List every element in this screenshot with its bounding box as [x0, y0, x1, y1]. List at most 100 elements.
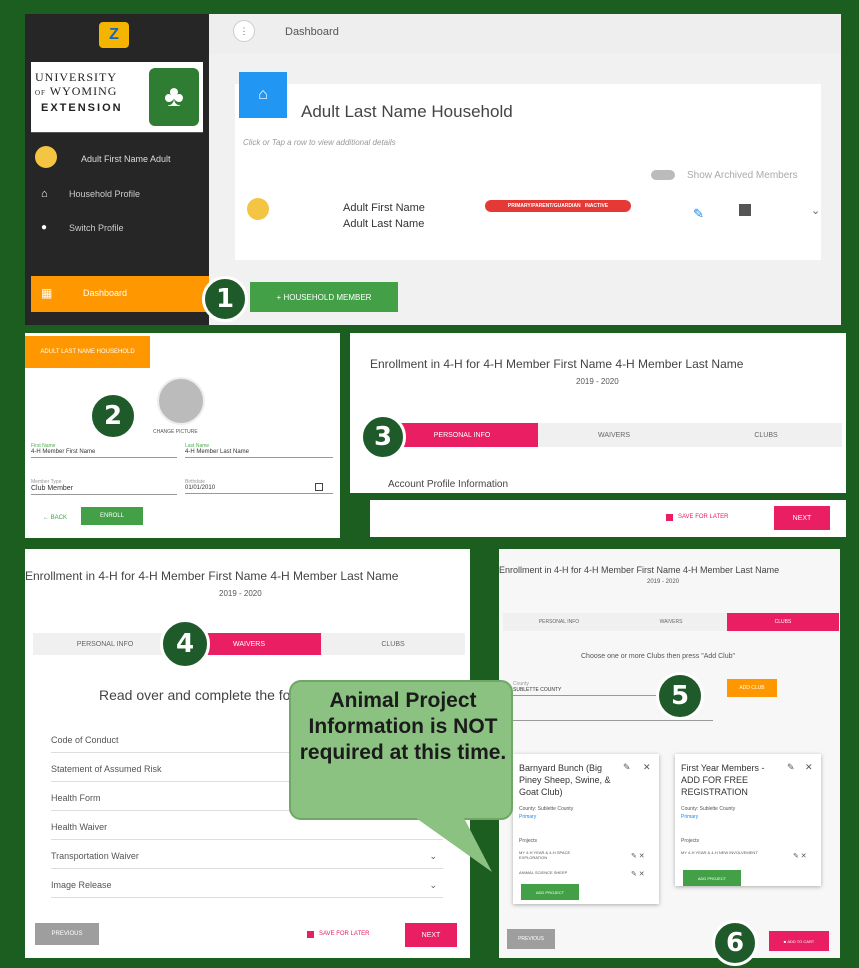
- close-icon[interactable]: ✕: [643, 762, 651, 773]
- project-edit-icon[interactable]: ✎ ✕: [631, 870, 645, 878]
- enrollment-tabs: PERSONAL INFO WAIVERS CLUBS: [503, 613, 839, 631]
- show-archived-toggle[interactable]: [651, 170, 675, 180]
- user-avatar[interactable]: [35, 146, 57, 168]
- household-back-button[interactable]: ADULT LAST NAME HOUSEHOLD: [25, 336, 150, 368]
- sidebar-item-label: Dashboard: [83, 288, 128, 298]
- sidebar-user-name[interactable]: Adult First Name Adult: [81, 154, 171, 164]
- add-to-cart-label: ADD TO CART: [787, 938, 815, 944]
- enrollment-title: Enrollment in 4-H for 4-H Member First N…: [25, 569, 399, 583]
- tab-personal-info[interactable]: PERSONAL INFO: [33, 633, 177, 655]
- enrollment-tabs: PERSONAL INFO WAIVERS CLUBS: [33, 633, 465, 655]
- project-item: MY 4-H YEAR & 4-H SPACE EXPLORATION: [519, 850, 571, 860]
- waiver-row[interactable]: Image Release ⌄: [51, 880, 443, 898]
- close-icon[interactable]: ✕: [805, 762, 813, 773]
- last-name-field[interactable]: Last Name 4-H Member Last Name: [185, 443, 333, 458]
- add-project-button[interactable]: ADD PROJECT: [521, 884, 579, 900]
- clover-icon: ♣: [149, 68, 199, 126]
- archive-icon[interactable]: [739, 204, 751, 216]
- project-edit-icon[interactable]: ✎ ✕: [631, 852, 645, 860]
- next-button[interactable]: NEXT: [774, 506, 830, 530]
- save-for-later-button[interactable]: SAVE FOR LATER: [678, 514, 728, 520]
- waiver-label: Code of Conduct: [51, 735, 119, 745]
- person-icon: ●: [41, 222, 48, 233]
- enrollment-tabs: PERSONAL INFO WAIVERS CLUBS: [386, 423, 842, 447]
- save-for-later-button[interactable]: SAVE FOR LATER: [319, 931, 369, 937]
- member-type-select[interactable]: Member Type Club Member: [31, 479, 177, 495]
- chevron-down-icon[interactable]: ⌄: [811, 204, 820, 217]
- member-row[interactable]: Adult First Name Adult Last Name PRIMARY…: [235, 190, 821, 242]
- section-title: Account Profile Information: [388, 479, 509, 490]
- edit-pencil-icon[interactable]: ✎: [623, 762, 631, 773]
- step-badge-6: 6: [712, 920, 758, 966]
- enrollment-personal-panel: Enrollment in 4-H for 4-H Member First N…: [350, 333, 846, 493]
- show-archived-label: Show Archived Members: [687, 170, 798, 181]
- tab-waivers[interactable]: WAIVERS: [615, 613, 727, 631]
- enrollment-year: 2019 - 2020: [647, 579, 680, 585]
- club-name: First Year Members - ADD FOR FREE REGIST…: [681, 763, 765, 797]
- clubs-panel: Enrollment in 4-H for 4-H Member First N…: [499, 549, 840, 958]
- dashboard-panel: Z UNIVERSITY OF WYOMING EXTENSION ♣ Adul…: [25, 14, 841, 325]
- sidebar-item-dashboard[interactable]: ▦ Dashboard: [31, 276, 209, 312]
- waiver-label: Statement of Assumed Risk: [51, 764, 162, 774]
- sidebar-item-switch-profile[interactable]: ● Switch Profile: [41, 222, 201, 236]
- add-household-member-button[interactable]: + HOUSEHOLD MEMBER: [250, 282, 398, 312]
- member-photo[interactable]: [157, 377, 205, 425]
- enrollment-title: Enrollment in 4-H for 4-H Member First N…: [370, 357, 744, 371]
- dashboard-icon: ▦: [41, 286, 53, 300]
- step-badge-1: 1: [202, 276, 248, 322]
- first-name-field[interactable]: First Name 4-H Member First Name: [31, 443, 177, 458]
- projects-label: Projects: [681, 838, 700, 844]
- add-member-panel: ADULT LAST NAME HOUSEHOLD CHANGE PICTURE…: [25, 333, 340, 538]
- next-button[interactable]: NEXT: [405, 923, 457, 947]
- uw-extension-logo: UNIVERSITY OF WYOMING EXTENSION ♣: [31, 62, 203, 132]
- add-club-button[interactable]: ADD CLUB: [727, 679, 777, 697]
- tab-clubs[interactable]: CLUBS: [321, 633, 465, 655]
- tab-clubs[interactable]: CLUBS: [727, 613, 839, 631]
- last-name-value: 4-H Member Last Name: [185, 449, 333, 458]
- birthdate-value: 01/01/2010: [185, 485, 333, 494]
- tab-clubs[interactable]: CLUBS: [690, 423, 842, 447]
- logo-university-text: UNIVERSITY: [35, 70, 117, 84]
- project-item: MY 4-H YEAR & 4-H NEW INVOLVEMENT: [681, 850, 758, 855]
- member-type-value: Club Member: [31, 485, 177, 495]
- callout-bubble: Animal Project Information is NOT requir…: [289, 680, 513, 820]
- club-county: County: Sublette County: [681, 806, 736, 812]
- add-to-cart-button[interactable]: ■ ADD TO CART: [769, 931, 829, 951]
- step-badge-5: 5: [656, 672, 704, 720]
- previous-button[interactable]: PREVIOUS: [35, 923, 99, 945]
- club-card[interactable]: First Year Members - ADD FOR FREE REGIST…: [675, 754, 821, 886]
- app-logo-icon: Z: [99, 22, 129, 48]
- previous-button[interactable]: PREVIOUS: [507, 929, 555, 949]
- project-item: ANIMAL SCIENCE SHEEP: [519, 870, 568, 875]
- edit-pencil-icon[interactable]: ✎: [787, 762, 795, 773]
- household-hint: Click or Tap a row to view additional de…: [243, 138, 396, 147]
- club-card[interactable]: Barnyard Bunch (Big Piney Sheep, Swine, …: [513, 754, 659, 904]
- tab-personal-info[interactable]: PERSONAL INFO: [386, 423, 538, 447]
- chevron-down-icon: ⌄: [429, 880, 437, 890]
- sidebar-item-label: Switch Profile: [69, 223, 124, 233]
- sidebar-item-household-profile[interactable]: ⌂ Household Profile: [41, 188, 201, 202]
- projects-label: Projects: [519, 838, 538, 844]
- tab-personal-info[interactable]: PERSONAL INFO: [503, 613, 615, 631]
- first-name-value: 4-H Member First Name: [31, 449, 177, 458]
- waiver-row[interactable]: Health Waiver⌄: [51, 822, 443, 840]
- birthdate-field[interactable]: Birthdate 01/01/2010: [185, 479, 333, 494]
- status-badge: PRIMARY/PARENT/GUARDIAN INACTIVE: [485, 200, 631, 212]
- club-county: County: Sublette County: [519, 806, 574, 812]
- project-edit-icon[interactable]: ✎ ✕: [793, 852, 807, 860]
- enrollment-title: Enrollment in 4-H for 4-H Member First N…: [499, 565, 780, 575]
- step-badge-4: 4: [160, 619, 210, 669]
- waiver-label: Transportation Waiver: [51, 851, 139, 861]
- edit-pencil-icon[interactable]: ✎: [693, 206, 704, 222]
- enrollment-footer-panel: SAVE FOR LATER NEXT: [370, 500, 846, 537]
- add-project-button[interactable]: ADD PROJECT: [683, 870, 741, 886]
- back-button[interactable]: ← BACK: [43, 515, 67, 521]
- change-picture-label[interactable]: CHANGE PICTURE: [153, 429, 198, 435]
- waiver-row[interactable]: Transportation Waiver ⌄: [51, 851, 443, 869]
- waiver-label: Health Waiver: [51, 822, 108, 832]
- tab-waivers[interactable]: WAIVERS: [538, 423, 690, 447]
- enroll-button[interactable]: ENROLL: [81, 507, 143, 525]
- callout-text: Animal Project Information is NOT requir…: [299, 689, 507, 764]
- menu-toggle-icon[interactable]: ⋮: [233, 20, 255, 42]
- calendar-icon[interactable]: [315, 483, 323, 491]
